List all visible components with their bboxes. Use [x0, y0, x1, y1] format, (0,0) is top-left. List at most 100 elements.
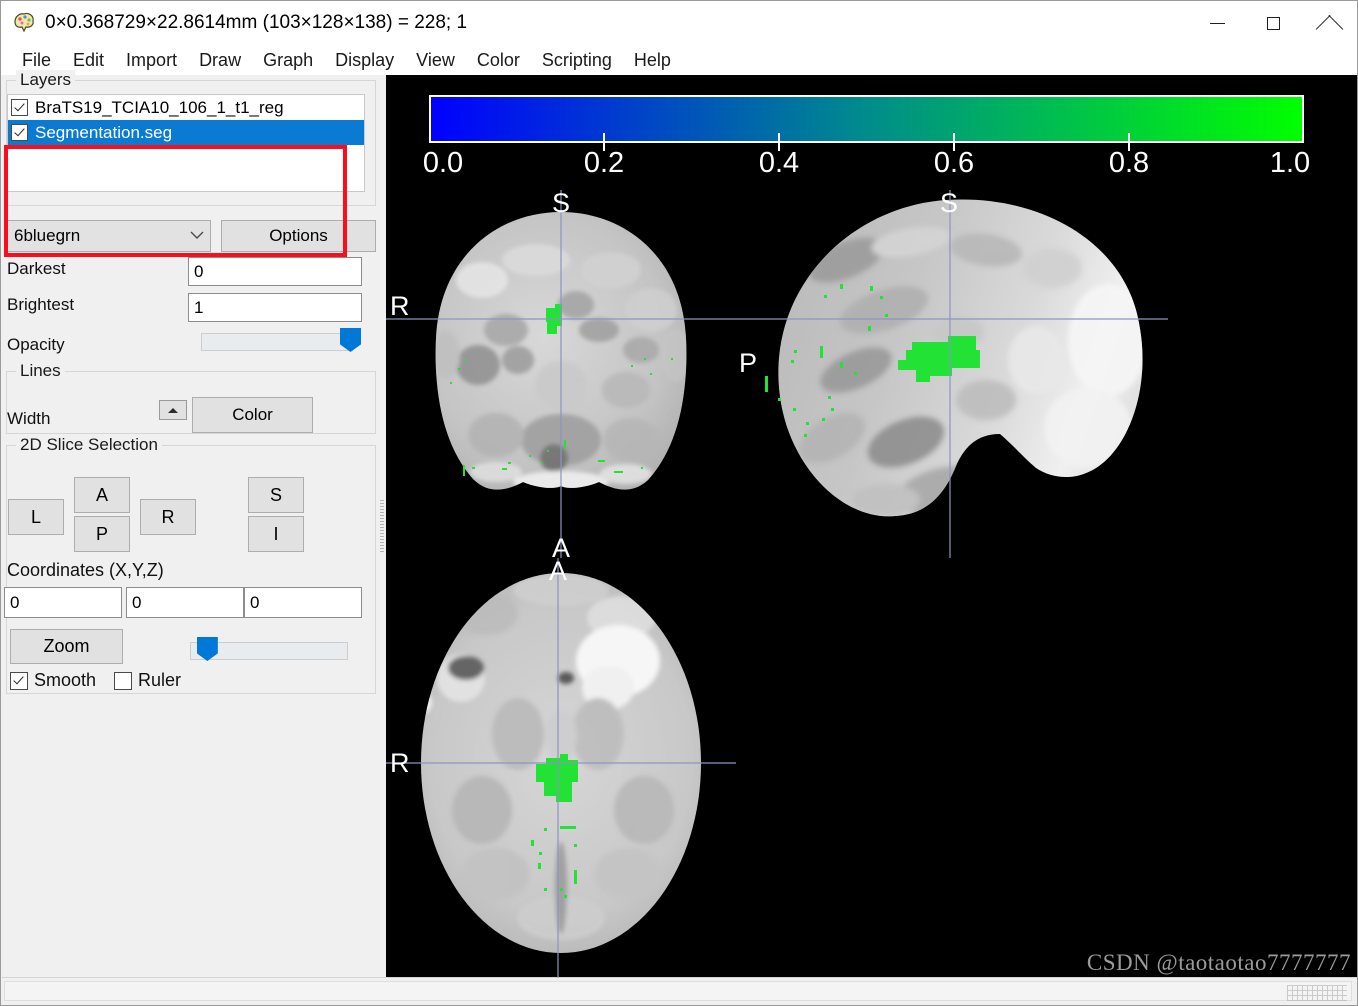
layer-row[interactable]: BraTS19_TCIA10_106_1_t1_reg — [8, 95, 364, 120]
menu-draw[interactable]: Draw — [188, 48, 252, 73]
menu-import[interactable]: Import — [115, 48, 188, 73]
lines-group: Lines — [6, 361, 376, 434]
control-panel: Layers BraTS19_TCIA10_106_1_t1_reg Segme… — [2, 70, 378, 978]
colorbar-tick-label: 0.0 — [422, 147, 464, 179]
slice-button-right-label: R — [161, 506, 175, 527]
watermark: CSDN @taotaotao7777777 — [1086, 950, 1351, 975]
brightest-label: Brightest — [7, 295, 75, 314]
zoom-button[interactable]: Zoom — [10, 629, 123, 664]
splitter-grip-icon — [380, 499, 384, 554]
colormap-selected-value: 6bluegrn — [14, 226, 81, 245]
brightest-value: 1 — [194, 297, 204, 317]
zoom-button-label: Zoom — [43, 636, 90, 656]
layer-visibility-checkbox[interactable] — [11, 99, 28, 116]
mricrogl-window: 0×0.368729×22.8614mm (103×128×138) = 228… — [0, 0, 1358, 1006]
slice-button-inferior[interactable]: I — [248, 516, 304, 552]
slice-button-inferior-label: I — [273, 523, 279, 544]
smooth-checkbox[interactable]: Smooth — [10, 670, 96, 691]
smooth-checkbox-label: Smooth — [34, 670, 97, 690]
colorbar-tick-label: 0.4 — [758, 147, 800, 179]
menu-edit[interactable]: Edit — [62, 48, 115, 73]
line-color-button[interactable]: Color — [192, 397, 313, 433]
colorbar-tick-label: 1.0 — [1269, 147, 1311, 179]
layers-list[interactable]: BraTS19_TCIA10_106_1_t1_reg Segmentation… — [7, 94, 365, 192]
line-color-button-label: Color — [232, 405, 273, 424]
chevron-up-icon — [168, 407, 178, 413]
ruler-checkbox-label: Ruler — [138, 670, 182, 690]
menu-display[interactable]: Display — [324, 48, 405, 73]
menu-scripting[interactable]: Scripting — [531, 48, 623, 73]
window-title: 0×0.368729×22.8614mm (103×128×138) = 228… — [45, 12, 468, 33]
slice-button-anterior[interactable]: A — [74, 477, 130, 513]
window-controls — [1189, 1, 1357, 45]
options-button-label: Options — [269, 226, 328, 245]
maximize-icon — [1266, 16, 1280, 30]
menu-bar: File Edit Import Draw Graph Display View… — [1, 45, 1357, 75]
coordinate-y-input[interactable]: 0 — [126, 587, 244, 618]
menu-view[interactable]: View — [405, 48, 466, 73]
slice-button-posterior-label: P — [95, 523, 108, 544]
resize-grip-icon[interactable] — [1287, 985, 1347, 1001]
slice-button-right[interactable]: R — [140, 499, 196, 535]
panel-splitter[interactable] — [378, 75, 386, 978]
slice-button-posterior[interactable]: P — [74, 516, 130, 552]
status-bar — [2, 977, 1357, 1004]
coordinates-label: Coordinates (X,Y,Z) — [7, 560, 164, 580]
brain-icon — [11, 10, 37, 36]
axial-view[interactable]: A R — [386, 558, 736, 978]
title-bar: 0×0.368729×22.8614mm (103×128×138) = 228… — [1, 1, 1357, 45]
close-button[interactable] — [1301, 1, 1357, 45]
layer-name: Segmentation.seg — [35, 122, 173, 142]
image-viewer[interactable]: 0.0 0.2 0.4 0.6 0.8 1.0 S R A S P A R CS… — [386, 75, 1357, 978]
slice-button-left-label: L — [30, 506, 41, 527]
menu-color[interactable]: Color — [466, 48, 531, 73]
coordinate-y-value: 0 — [132, 592, 142, 612]
colorbar-tick-label: 0.2 — [583, 147, 625, 179]
colorbar-region: 0.0 0.2 0.4 0.6 0.8 1.0 — [386, 75, 1357, 190]
ruler-checkbox-box[interactable] — [114, 671, 132, 690]
coronal-brain-image — [386, 190, 736, 558]
smooth-checkbox-box[interactable] — [10, 671, 28, 690]
brightest-input[interactable]: 1 — [188, 293, 362, 322]
menu-help[interactable]: Help — [623, 48, 682, 73]
slice-selection-group-label: 2D Slice Selection — [16, 435, 162, 455]
sagittal-brain-image — [736, 190, 1168, 558]
layer-row[interactable]: Segmentation.seg — [8, 120, 364, 145]
menu-graph[interactable]: Graph — [252, 48, 324, 73]
coordinate-z-value: 0 — [250, 592, 260, 612]
axial-brain-image — [386, 558, 736, 978]
opacity-label: Opacity — [7, 335, 65, 354]
status-bar-inner — [4, 981, 1352, 1001]
sagittal-view[interactable]: S P — [736, 190, 1168, 558]
coordinate-x-value: 0 — [10, 592, 20, 612]
colorbar-tick-label: 0.8 — [1108, 147, 1150, 179]
options-button[interactable]: Options — [221, 220, 376, 252]
darkest-value: 0 — [194, 261, 204, 281]
menu-file[interactable]: File — [11, 48, 62, 73]
colorbar-tick-label: 0.6 — [933, 147, 975, 179]
layer-visibility-checkbox[interactable] — [11, 124, 28, 141]
slice-button-anterior-label: A — [95, 484, 108, 505]
slice-button-left[interactable]: L — [8, 499, 64, 535]
lines-group-label: Lines — [16, 361, 65, 381]
coordinate-z-input[interactable]: 0 — [244, 587, 362, 618]
maximize-button[interactable] — [1245, 1, 1301, 45]
colormap-select[interactable]: 6bluegrn — [7, 220, 211, 252]
line-width-spinner-up[interactable] — [159, 400, 187, 420]
coordinate-x-input[interactable]: 0 — [4, 587, 122, 618]
colorbar-gradient — [429, 95, 1304, 143]
layers-group-label: Layers — [16, 70, 76, 90]
opacity-slider-track[interactable] — [201, 333, 353, 351]
minimize-button[interactable] — [1189, 1, 1245, 45]
layer-name: BraTS19_TCIA10_106_1_t1_reg — [35, 97, 284, 117]
darkest-label: Darkest — [7, 259, 66, 278]
close-icon — [1322, 16, 1337, 31]
coronal-view[interactable]: S R A — [386, 190, 736, 558]
chevron-down-icon — [190, 229, 204, 243]
line-width-label: Width — [7, 409, 51, 428]
slice-button-superior-label: S — [269, 484, 282, 505]
minimize-icon — [1209, 22, 1225, 24]
ruler-checkbox[interactable]: Ruler — [114, 670, 181, 691]
slice-button-superior[interactable]: S — [248, 477, 304, 513]
darkest-input[interactable]: 0 — [188, 257, 362, 286]
